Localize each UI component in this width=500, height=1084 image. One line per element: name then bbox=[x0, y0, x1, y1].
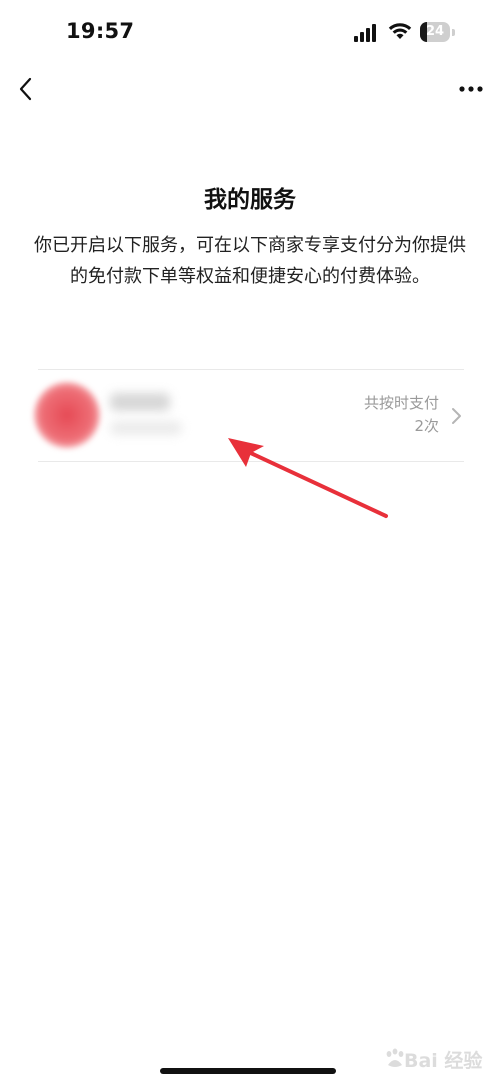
service-list-item[interactable]: 共按时支付 2次 bbox=[0, 371, 500, 461]
battery-icon: 24 bbox=[420, 22, 456, 42]
payment-summary-label: 共按时支付 bbox=[363, 394, 439, 412]
merchant-subtitle-blurred bbox=[110, 421, 182, 435]
screen: 19:57 24 我的服务 你已开启以下服务，可在以下商家专享支付分为你提供的免… bbox=[0, 0, 500, 1084]
wifi-icon bbox=[388, 23, 412, 39]
baidu-jingyan-watermark: Bai 经验 bbox=[384, 1040, 494, 1076]
paw-logo-icon bbox=[386, 1048, 404, 1067]
battery-body: 24 bbox=[420, 22, 450, 42]
battery-cap bbox=[452, 29, 455, 36]
more-button[interactable] bbox=[456, 79, 486, 99]
list-divider-top bbox=[38, 369, 464, 370]
list-divider-bottom bbox=[38, 461, 464, 462]
payment-summary-count: 2次 bbox=[414, 417, 439, 435]
chevron-right-icon bbox=[452, 408, 461, 424]
page-title: 我的服务 bbox=[204, 187, 296, 213]
annotation-arrow bbox=[228, 438, 388, 518]
watermark-text: Bai 经验 bbox=[404, 1050, 483, 1072]
status-time: 19:57 bbox=[66, 19, 135, 43]
payment-summary: 共按时支付 2次 bbox=[364, 392, 439, 438]
page-description: 你已开启以下服务，可在以下商家专享支付分为你提供的免付款下单等权益和便捷安心的付… bbox=[34, 235, 466, 287]
more-horizontal-icon bbox=[459, 86, 483, 92]
status-bar: 19:57 24 bbox=[0, 0, 500, 62]
chevron-left-icon bbox=[19, 77, 32, 101]
merchant-name bbox=[110, 393, 170, 411]
back-button[interactable] bbox=[12, 74, 42, 104]
cellular-signal-icon bbox=[354, 24, 376, 42]
merchant-avatar bbox=[34, 382, 100, 448]
battery-level: 24 bbox=[425, 24, 445, 39]
home-indicator[interactable] bbox=[160, 1068, 336, 1074]
